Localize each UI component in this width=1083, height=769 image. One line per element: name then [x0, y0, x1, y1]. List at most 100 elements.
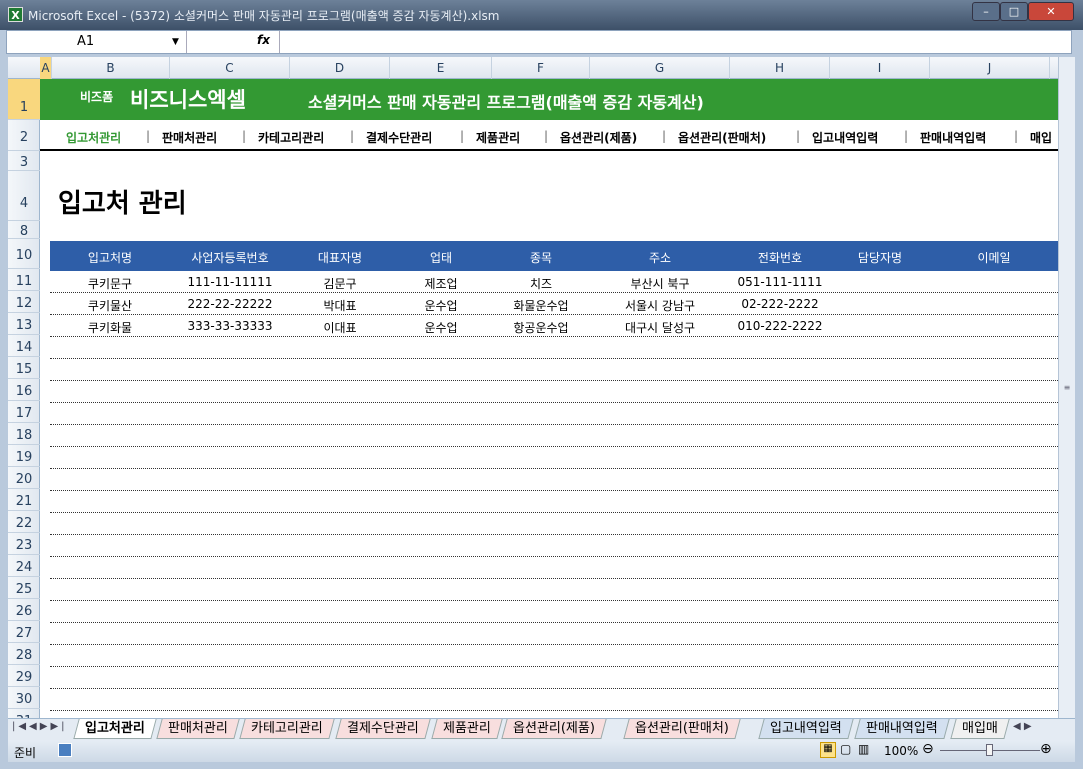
- row-header-13[interactable]: 13: [8, 313, 40, 335]
- maximize-button[interactable]: □: [1000, 2, 1028, 21]
- row-header-17[interactable]: 17: [8, 401, 40, 423]
- formula-input[interactable]: [279, 31, 1069, 53]
- column-header-e[interactable]: E: [390, 57, 492, 79]
- table-row[interactable]: [50, 601, 1058, 623]
- tab-navigation-arrows[interactable]: |◀◀▶▶|: [12, 721, 68, 732]
- row-header-15[interactable]: 15: [8, 357, 40, 379]
- table-row[interactable]: [50, 535, 1058, 557]
- column-header-c[interactable]: C: [170, 57, 290, 79]
- nav-item-9[interactable]: 매입: [1030, 129, 1052, 146]
- row-header-22[interactable]: 22: [8, 511, 40, 533]
- column-header-f[interactable]: F: [492, 57, 590, 79]
- row-header-11[interactable]: 11: [8, 269, 40, 291]
- table-row[interactable]: [50, 359, 1058, 381]
- sheet-tab-4[interactable]: 제품관리: [431, 719, 503, 739]
- minimize-button[interactable]: –: [972, 2, 1000, 21]
- close-button[interactable]: ✕: [1028, 2, 1074, 21]
- row-header-3[interactable]: 3: [8, 151, 40, 171]
- nav-item-4[interactable]: 제품관리: [476, 129, 520, 146]
- sheet-tab-3[interactable]: 결제수단관리: [335, 719, 431, 739]
- row-header-28[interactable]: 28: [8, 643, 40, 665]
- nav-item-5[interactable]: 옵션관리(제품): [560, 129, 637, 146]
- column-header-j[interactable]: J: [930, 57, 1050, 79]
- select-all-button[interactable]: [8, 57, 40, 79]
- column-header-b[interactable]: B: [52, 57, 170, 79]
- zoom-out-button[interactable]: ⊖: [922, 741, 934, 757]
- zoom-in-button[interactable]: ⊕: [1040, 741, 1052, 757]
- table-row[interactable]: [50, 469, 1058, 491]
- row-header-20[interactable]: 20: [8, 467, 40, 489]
- sheet-tab-2[interactable]: 카테고리관리: [239, 719, 335, 739]
- row-header-25[interactable]: 25: [8, 577, 40, 599]
- row-header-1[interactable]: 1: [8, 79, 40, 120]
- row-header-24[interactable]: 24: [8, 555, 40, 577]
- table-cell: 333-33-33333: [187, 319, 273, 333]
- sheet-tab-0[interactable]: 입고처관리: [73, 719, 157, 739]
- nav-item-2[interactable]: 카테고리관리: [258, 129, 324, 146]
- table-row[interactable]: [50, 381, 1058, 403]
- table-row[interactable]: [50, 645, 1058, 667]
- sheet-tab-6[interactable]: 옵션관리(판매처): [623, 719, 741, 739]
- table-row[interactable]: [50, 557, 1058, 579]
- sheet-tab-5[interactable]: 옵션관리(제품): [501, 719, 607, 739]
- table-row[interactable]: [50, 623, 1058, 645]
- table-row[interactable]: [50, 337, 1058, 359]
- name-box[interactable]: A1 ▼: [7, 31, 187, 53]
- zoom-slider-thumb[interactable]: [986, 744, 993, 756]
- sheet-tab-1[interactable]: 판매처관리: [156, 719, 240, 739]
- sheet-tab-8[interactable]: 판매내역입력: [854, 719, 950, 739]
- column-header-g[interactable]: G: [590, 57, 730, 79]
- normal-view-icon[interactable]: ▦: [820, 742, 836, 758]
- row-header-18[interactable]: 18: [8, 423, 40, 445]
- row-header-2[interactable]: 2: [8, 120, 40, 151]
- nav-item-3[interactable]: 결제수단관리: [366, 129, 432, 146]
- row-header-8[interactable]: 8: [8, 221, 40, 239]
- scroll-thumb[interactable]: ≡: [1061, 383, 1073, 393]
- table-row[interactable]: [50, 667, 1058, 689]
- sheet-tab-label: 판매처관리: [168, 721, 228, 736]
- tab-scroll-arrows[interactable]: ◀ ▶: [1013, 721, 1032, 732]
- column-header-i[interactable]: I: [830, 57, 930, 79]
- table-row[interactable]: 쿠키화물 333-33-33333 이대표 운수업 항공운수업 대구시 달성구 010-22…: [50, 315, 1058, 337]
- row-header-12[interactable]: 12: [8, 291, 40, 313]
- nav-item-6[interactable]: 옵션관리(판매처): [678, 129, 766, 146]
- sheet-tab-9[interactable]: 매입매: [950, 719, 1010, 739]
- page-break-view-icon[interactable]: ▥: [858, 742, 869, 756]
- table-row[interactable]: [50, 425, 1058, 447]
- table-row[interactable]: [50, 579, 1058, 601]
- table-row[interactable]: 쿠키문구 111-11-11111 김문구 제조업 치즈 부산시 북구 051-111-11…: [50, 271, 1058, 293]
- table-row[interactable]: [50, 447, 1058, 469]
- table-row[interactable]: [50, 513, 1058, 535]
- table-row[interactable]: [50, 491, 1058, 513]
- row-header-29[interactable]: 29: [8, 665, 40, 687]
- nav-item-1[interactable]: 판매처관리: [162, 129, 217, 146]
- row-header-14[interactable]: 14: [8, 335, 40, 357]
- table-row[interactable]: [50, 403, 1058, 425]
- row-header-26[interactable]: 26: [8, 599, 40, 621]
- sheet-tab-7[interactable]: 입고내역입력: [758, 719, 854, 739]
- table-row[interactable]: [50, 689, 1058, 711]
- row-header-27[interactable]: 27: [8, 621, 40, 643]
- row-header-30[interactable]: 30: [8, 687, 40, 709]
- nav-separator: |: [146, 129, 151, 143]
- chevron-down-icon[interactable]: ▼: [172, 31, 179, 53]
- table-row[interactable]: 쿠키물산 222-22-22222 박대표 운수업 화물운수업 서울시 강남구 02-222…: [50, 293, 1058, 315]
- column-header-d[interactable]: D: [290, 57, 390, 79]
- row-header-19[interactable]: 19: [8, 445, 40, 467]
- worksheet[interactable]: 비즈폼 비즈니스엑셀 소셜커머스 판매 자동관리 프로그램(매출액 증감 자동계…: [40, 79, 1058, 718]
- nav-item-8[interactable]: 판매내역입력: [920, 129, 986, 146]
- row-header-21[interactable]: 21: [8, 489, 40, 511]
- page-layout-view-icon[interactable]: ▢: [840, 742, 851, 756]
- vertical-scrollbar[interactable]: ≡: [1058, 57, 1075, 718]
- row-header-4[interactable]: 4: [8, 171, 40, 221]
- row-header-10[interactable]: 10: [8, 239, 40, 269]
- table-cell: 서울시 강남구: [624, 299, 696, 313]
- nav-item-7[interactable]: 입고내역입력: [812, 129, 878, 146]
- fx-icon[interactable]: fx: [257, 33, 270, 47]
- row-header-16[interactable]: 16: [8, 379, 40, 401]
- row-header-23[interactable]: 23: [8, 533, 40, 555]
- column-header-h[interactable]: H: [730, 57, 830, 79]
- macro-record-icon[interactable]: [58, 743, 72, 757]
- column-header-a[interactable]: A: [40, 57, 52, 79]
- nav-item-0[interactable]: 입고처관리: [66, 129, 121, 146]
